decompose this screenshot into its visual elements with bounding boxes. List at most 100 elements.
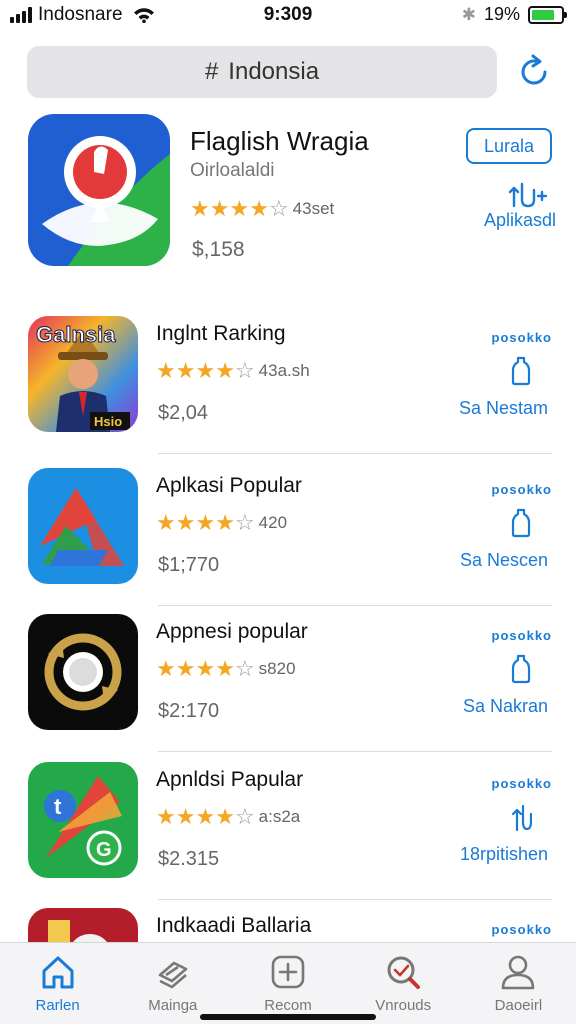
app-action-label[interactable]: Sa Nakran bbox=[463, 696, 548, 717]
tab-recom[interactable]: Recom bbox=[230, 943, 345, 1024]
star-filled-icon: ★ bbox=[195, 358, 216, 383]
app-top-label: posokko bbox=[491, 628, 552, 643]
hash-icon: # bbox=[204, 58, 219, 85]
row-divider bbox=[158, 453, 552, 454]
app-rating: ★ ★ ★ ★ ☆ s820 bbox=[156, 658, 296, 680]
battery-icon bbox=[528, 5, 567, 24]
star-filled-icon: ★ bbox=[156, 510, 176, 535]
app-top-label: posokko bbox=[491, 330, 552, 345]
star-filled-icon: ★ bbox=[229, 196, 250, 221]
app-row[interactable]: Indkaadi Ballaria posokko bbox=[28, 900, 552, 942]
tab-daoeirl[interactable]: Daoeirl bbox=[461, 943, 576, 1024]
rating-count: 43a.sh bbox=[258, 361, 310, 380]
star-filled-icon: ★ bbox=[175, 804, 196, 829]
star-filled-icon: ★ bbox=[156, 358, 176, 383]
app-top-label: posokko bbox=[491, 482, 552, 497]
app-top-label: posokko bbox=[491, 776, 552, 791]
tab-label: Vnrouds bbox=[375, 997, 432, 1014]
app-icon-text: Galnsia bbox=[35, 322, 116, 348]
app-row[interactable]: t G Apnldsi Papular ★ ★ ★ ★ ☆ a:s2a $2.315 po… bbox=[28, 754, 552, 900]
app-rating: ★ ★ ★ ★ ☆ 420 bbox=[156, 512, 287, 534]
star-filled-icon: ★ bbox=[195, 656, 216, 681]
tab-mainga[interactable]: Mainga bbox=[115, 943, 230, 1024]
row-divider bbox=[158, 751, 552, 752]
status-bar: Indosnare 9:309 ✱ 19% bbox=[0, 0, 576, 30]
app-price: $2.315 bbox=[158, 848, 220, 870]
app-icon: Galnsia Hsio bbox=[28, 316, 138, 432]
star-filled-icon: ★ bbox=[215, 358, 235, 383]
app-row[interactable]: Aplkasi Popular ★ ★ ★ ★ ☆ 420 $1;770 posokko … bbox=[28, 460, 552, 606]
app-price: $2,04 bbox=[158, 402, 209, 424]
featured-app-icon bbox=[28, 114, 170, 266]
plus-square-icon bbox=[271, 955, 305, 989]
svg-text:t: t bbox=[54, 794, 62, 819]
tab-label: Recom bbox=[264, 997, 312, 1014]
app-icon bbox=[28, 908, 138, 942]
star-empty-icon: ☆ bbox=[234, 656, 255, 681]
star-empty-icon: ☆ bbox=[268, 196, 289, 221]
star-filled-icon: ★ bbox=[249, 196, 269, 221]
bottle-icon[interactable] bbox=[510, 508, 532, 538]
featured-app-rating: ★ ★ ★ ★ ☆ 43set bbox=[190, 198, 334, 220]
star-filled-icon: ★ bbox=[195, 510, 216, 535]
rating-count: s820 bbox=[258, 659, 296, 678]
tab-bar: Rarlen Mainga Recom Vnrouds Daoeirl bbox=[0, 942, 576, 1024]
star-empty-icon: ☆ bbox=[234, 510, 255, 535]
app-action-label[interactable]: Sa Nestam bbox=[459, 398, 548, 419]
app-rating: ★ ★ ★ ★ ☆ a:s2a bbox=[156, 806, 300, 828]
rating-count: a:s2a bbox=[258, 807, 301, 826]
star-filled-icon: ★ bbox=[175, 358, 196, 383]
app-row[interactable]: Galnsia Hsio Inglnt Rarking ★ ★ ★ ★ ☆ 43a.sh … bbox=[28, 308, 552, 454]
svg-text:G: G bbox=[96, 839, 112, 861]
star-filled-icon: ★ bbox=[175, 656, 196, 681]
tab-label: Mainga bbox=[148, 997, 198, 1014]
rating-count: 43set bbox=[292, 199, 335, 218]
app-icon: t G bbox=[28, 762, 138, 878]
star-filled-icon: ★ bbox=[195, 804, 216, 829]
featured-app-subtitle: Oirloalaldi bbox=[190, 160, 275, 181]
search-icon bbox=[387, 956, 421, 989]
star-empty-icon: ☆ bbox=[234, 358, 255, 383]
featured-action-label[interactable]: Aplikasdl bbox=[464, 210, 556, 231]
home-indicator bbox=[200, 1014, 376, 1020]
tab-label: Rarlen bbox=[35, 997, 80, 1014]
search-bar[interactable]: # Indonsia bbox=[27, 46, 497, 98]
layers-icon bbox=[158, 961, 188, 989]
search-query: Indonsia bbox=[228, 58, 320, 85]
featured-get-button[interactable]: Lurala bbox=[466, 128, 552, 164]
download-icon[interactable] bbox=[508, 180, 548, 208]
featured-app-price: $,158 bbox=[192, 238, 245, 261]
app-row[interactable]: Appnesi popular ★ ★ ★ ★ ☆ s820 $2:170 posokko… bbox=[28, 606, 552, 752]
featured-app-title: Flaglish Wragia bbox=[190, 126, 369, 156]
app-action-label[interactable]: 18rpitishen bbox=[460, 844, 548, 865]
app-title: Inglnt Rarking bbox=[156, 322, 286, 345]
app-icon bbox=[28, 614, 138, 730]
bottle-icon[interactable] bbox=[510, 654, 532, 684]
star-filled-icon: ★ bbox=[209, 196, 230, 221]
bluetooth-icon: ✱ bbox=[461, 4, 476, 24]
app-icon bbox=[28, 468, 138, 584]
star-empty-icon: ☆ bbox=[234, 804, 255, 829]
app-rating: ★ ★ ★ ★ ☆ 43a.sh bbox=[156, 360, 310, 382]
app-top-label: posokko bbox=[491, 922, 552, 937]
star-filled-icon: ★ bbox=[215, 510, 235, 535]
app-price: $2:170 bbox=[158, 700, 220, 722]
app-title: Indkaadi Ballaria bbox=[156, 914, 312, 937]
app-icon-badge: Hsio bbox=[94, 414, 123, 429]
star-filled-icon: ★ bbox=[215, 656, 235, 681]
app-title: Apnldsi Papular bbox=[156, 768, 304, 791]
app-title: Aplkasi Popular bbox=[156, 474, 302, 497]
battery-percent: 19% bbox=[483, 4, 520, 24]
star-filled-icon: ★ bbox=[190, 196, 210, 221]
home-icon bbox=[42, 956, 74, 989]
tab-rarlen[interactable]: Rarlen bbox=[0, 943, 115, 1024]
download-icon[interactable] bbox=[510, 802, 532, 832]
app-action-label[interactable]: Sa Nescen bbox=[460, 550, 548, 571]
app-price: $1;770 bbox=[158, 554, 220, 576]
tab-label: Daoeirl bbox=[494, 997, 543, 1014]
refresh-icon[interactable] bbox=[514, 52, 554, 92]
star-filled-icon: ★ bbox=[156, 656, 176, 681]
bottle-icon[interactable] bbox=[510, 356, 532, 386]
tab-vnrouds[interactable]: Vnrouds bbox=[346, 943, 461, 1024]
featured-app[interactable]: Flaglish Wragia Oirloalaldi ★ ★ ★ ★ ☆ 43set $… bbox=[28, 112, 556, 272]
